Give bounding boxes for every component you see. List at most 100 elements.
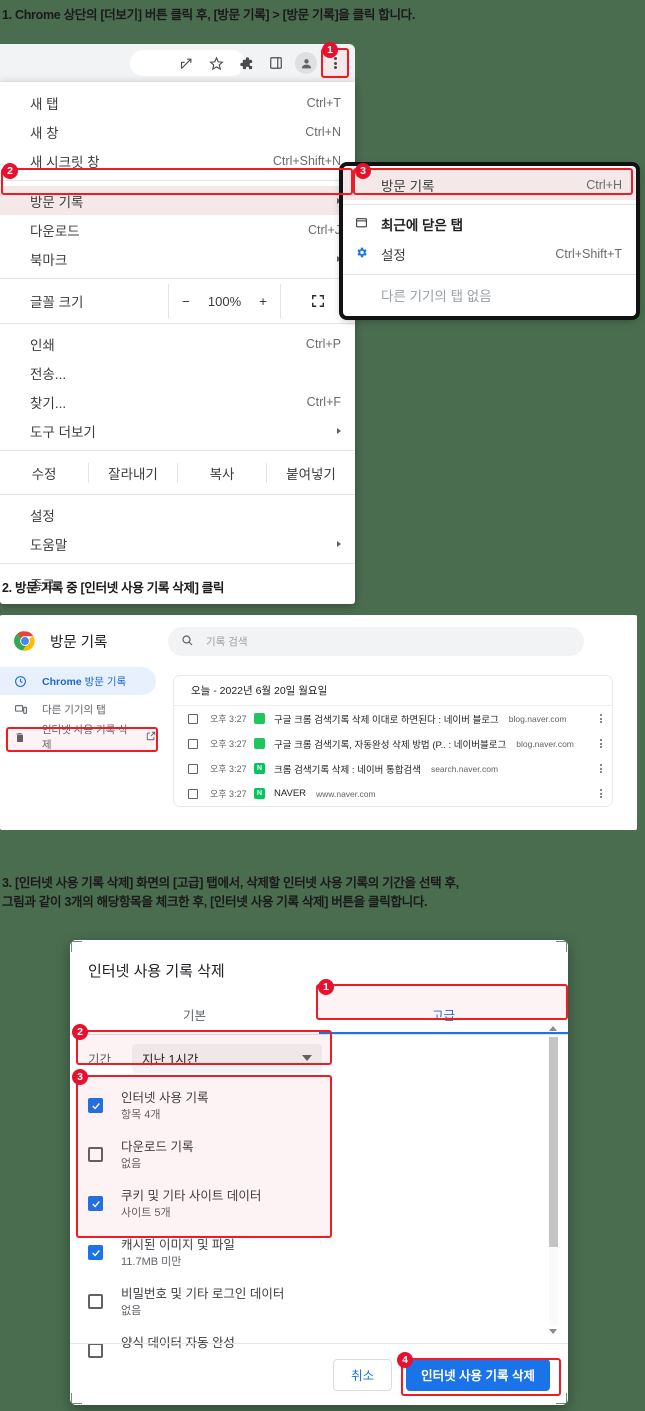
- zoom-percent: 100%: [207, 293, 242, 309]
- row-kebab-icon[interactable]: [600, 738, 602, 748]
- checkbox-cookies[interactable]: [88, 1196, 103, 1211]
- history-page-screenshot: 방문 기록 기록 검색 Chrome 방문 기록 다른 기기의 탭 인터넷 사용…: [0, 615, 637, 830]
- submenu-item-history[interactable]: 방문 기록 Ctrl+H: [343, 170, 636, 200]
- zoom-out-button[interactable]: −: [182, 294, 190, 309]
- table-row[interactable]: 오후 3:27 구글 크롬 검색기록, 자동완성 삭제 방법 (P.. : 네이…: [174, 731, 612, 756]
- data-type-list: 인터넷 사용 기록 항목 4개 다운로드 기록 없음 쿠키 및 기타 사이트 데…: [70, 1082, 568, 1358]
- submenu-item-recent-tabs[interactable]: 최근에 닫은 탭: [343, 209, 636, 239]
- star-icon[interactable]: [201, 48, 231, 78]
- menu-accel: Ctrl+N: [305, 124, 341, 139]
- scroll-down-arrow-icon[interactable]: [549, 1329, 557, 1334]
- checkbox-passwords[interactable]: [88, 1294, 103, 1309]
- sidebar-item-chrome-history[interactable]: Chrome 방문 기록: [0, 667, 156, 695]
- row-time: 오후 3:27: [210, 714, 247, 724]
- list-item-text: 인터넷 사용 기록 항목 4개: [121, 1089, 208, 1124]
- menu-label: 새 창: [30, 125, 59, 141]
- menu-item-new-incognito[interactable]: 새 시크릿 창 Ctrl+Shift+N: [0, 146, 355, 175]
- gear-icon: [355, 246, 368, 262]
- row-title[interactable]: 크롬 검색기록 삭제 : 네이버 통합검색: [274, 762, 421, 776]
- table-row[interactable]: 오후 3:27 구글 크롬 검색기록 삭제 이대로 하면된다 : 네이버 블로그…: [174, 706, 612, 731]
- menu-item-history[interactable]: 방문 기록: [0, 186, 355, 215]
- list-item-title: 비밀번호 및 기타 로그인 데이터: [121, 1287, 285, 1301]
- menu-item-print[interactable]: 인쇄 Ctrl+P: [0, 329, 355, 358]
- list-item[interactable]: 쿠키 및 기타 사이트 데이터 사이트 5개: [70, 1180, 568, 1229]
- cancel-button[interactable]: 취소: [333, 1358, 393, 1391]
- search-placeholder: 기록 검색: [206, 636, 248, 648]
- menu-item-bookmarks[interactable]: 북마크: [0, 244, 355, 273]
- avatar: [295, 52, 317, 74]
- search-icon: [181, 633, 193, 651]
- menu-divider: [0, 450, 355, 451]
- menu-label: 전송...: [30, 366, 67, 382]
- list-item[interactable]: 다운로드 기록 없음: [70, 1131, 568, 1180]
- list-item-subtitle: 없음: [121, 1305, 142, 1317]
- edit-copy-button[interactable]: 복사: [178, 462, 267, 483]
- search-input[interactable]: 기록 검색: [168, 627, 584, 656]
- list-item[interactable]: 비밀번호 및 기타 로그인 데이터 없음: [70, 1278, 568, 1327]
- menu-item-cast[interactable]: 전송...: [0, 358, 355, 387]
- menu-item-settings[interactable]: 설정: [0, 500, 355, 529]
- crop-corner-tr: [556, 941, 567, 952]
- annotation-box-clear-data: [6, 727, 158, 752]
- scroll-up-arrow-icon[interactable]: [549, 1026, 557, 1031]
- menu-divider: [0, 278, 355, 279]
- row-kebab-icon[interactable]: [600, 763, 602, 773]
- row-checkbox[interactable]: [188, 763, 198, 774]
- row-kebab-icon[interactable]: [600, 713, 602, 723]
- badge-1: 1: [322, 42, 338, 58]
- menu-label: 북마크: [30, 252, 68, 268]
- menu-label: 새 시크릿 창: [30, 154, 100, 170]
- sidebar-item-label: Chrome 방문 기록: [42, 675, 127, 688]
- checkbox-download-history[interactable]: [88, 1147, 103, 1162]
- step1-caption: 1. Chrome 상단의 [더보기] 버튼 클릭 후, [방문 기록] > […: [2, 8, 416, 22]
- menu-zoom-row: 글꼴 크기 − 100% +: [0, 284, 355, 318]
- time-range-row: 기간 지난 1시간: [70, 1035, 568, 1081]
- sidebar-item-other-devices[interactable]: 다른 기기의 탭: [0, 695, 156, 723]
- chevron-right-icon: [337, 197, 341, 204]
- submenu-item-settings[interactable]: 설정 Ctrl+Shift+T: [343, 239, 636, 269]
- menu-item-find[interactable]: 찾기... Ctrl+F: [0, 387, 355, 416]
- edit-paste-button[interactable]: 붙여넣기: [267, 463, 355, 483]
- row-time: 오후 3:27: [210, 764, 247, 774]
- zoom-in-button[interactable]: +: [259, 294, 267, 309]
- history-submenu: 방문 기록 Ctrl+H 최근에 닫은 탭 설정 Ctrl+Shift+T 다른…: [343, 166, 636, 316]
- scrollbar-thumb[interactable]: [549, 1037, 558, 1247]
- share-icon[interactable]: [171, 48, 201, 78]
- crop-corner-tl: [71, 941, 82, 952]
- table-row[interactable]: 오후 3:27 N NAVER www.naver.com: [174, 781, 612, 806]
- menu-item-help[interactable]: 도움말: [0, 529, 355, 558]
- list-item-title: 다운로드 기록: [121, 1140, 194, 1154]
- tab-basic[interactable]: 기본: [70, 995, 319, 1034]
- row-title[interactable]: NAVER: [274, 788, 306, 799]
- dialog-scrollbar[interactable]: [548, 1025, 559, 1335]
- profile-icon[interactable]: [291, 48, 321, 78]
- time-range-select[interactable]: 지난 1시간: [132, 1043, 322, 1073]
- menu-item-more-tools[interactable]: 도구 더보기: [0, 416, 355, 445]
- naver-blog-favicon: [254, 713, 265, 724]
- list-item[interactable]: 캐시된 이미지 및 파일 11.7MB 미만: [70, 1229, 568, 1278]
- menu-item-new-tab[interactable]: 새 탭 Ctrl+T: [0, 88, 355, 117]
- clear-data-button[interactable]: 인터넷 사용 기록 삭제: [406, 1358, 550, 1391]
- row-title[interactable]: 구글 크롬 검색기록 삭제 이대로 하면된다 : 네이버 블로그: [274, 712, 499, 726]
- checkbox-cached-images[interactable]: [88, 1245, 103, 1260]
- row-checkbox[interactable]: [188, 788, 198, 799]
- menu-item-downloads[interactable]: 다운로드 Ctrl+J: [0, 215, 355, 244]
- menu-divider: [0, 180, 355, 181]
- naver-favicon: N: [254, 788, 265, 799]
- table-row[interactable]: 오후 3:27 N 크롬 검색기록 삭제 : 네이버 통합검색 search.n…: [174, 756, 612, 781]
- row-checkbox[interactable]: [188, 713, 198, 724]
- edit-cut-button[interactable]: 잘라내기: [89, 462, 178, 483]
- history-date-header: 오늘 - 2022년 6월 20일 월요일: [174, 676, 612, 706]
- row-checkbox[interactable]: [188, 738, 198, 749]
- sidepanel-icon[interactable]: [261, 48, 291, 78]
- extensions-icon[interactable]: [231, 48, 261, 78]
- chevron-right-icon: [337, 255, 341, 262]
- menu-item-new-window[interactable]: 새 창 Ctrl+N: [0, 117, 355, 146]
- row-title[interactable]: 구글 크롬 검색기록, 자동완성 삭제 방법 (P.. : 네이버블로그: [274, 737, 506, 751]
- submenu-divider: [343, 204, 636, 205]
- checkbox-browsing-history[interactable]: [88, 1098, 103, 1113]
- list-item[interactable]: 인터넷 사용 기록 항목 4개: [70, 1082, 568, 1131]
- chevron-down-icon: [302, 1055, 312, 1061]
- tab-advanced[interactable]: 고급: [319, 995, 568, 1034]
- row-kebab-icon[interactable]: [600, 788, 602, 798]
